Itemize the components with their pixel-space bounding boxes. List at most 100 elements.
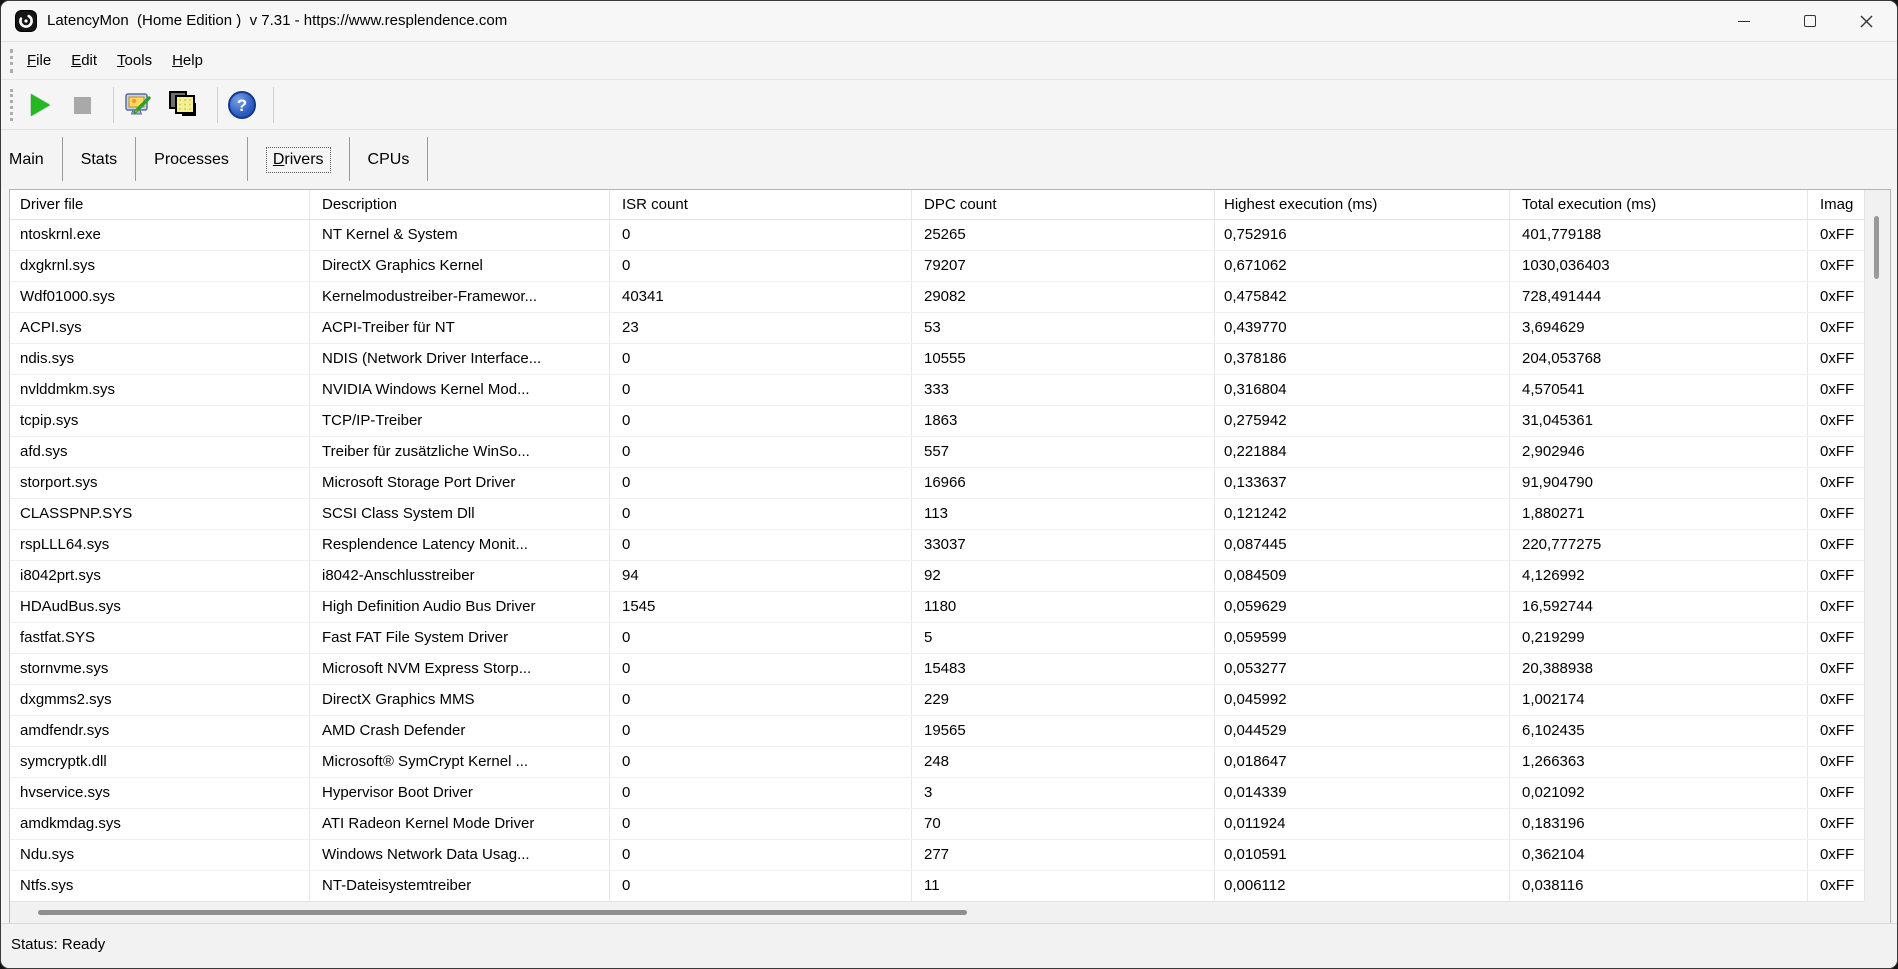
- table-row[interactable]: amdkmdag.sys ATI Radeon Kernel Mode Driv…: [10, 809, 1864, 840]
- table-row[interactable]: dxgmms2.sys DirectX Graphics MMS 0 229 0…: [10, 685, 1864, 716]
- cell-highest-execution[interactable]: 0,059599: [1215, 623, 1510, 653]
- cell-driver-file[interactable]: nvlddmkm.sys: [10, 375, 310, 405]
- cell-highest-execution[interactable]: 0,121242: [1215, 499, 1510, 529]
- cell-image-base[interactable]: 0xFF: [1808, 468, 1864, 498]
- cell-isr-count[interactable]: 0: [610, 220, 912, 250]
- column-header-isr-count[interactable]: ISR count: [610, 190, 912, 219]
- cell-total-execution[interactable]: 31,045361: [1510, 406, 1808, 436]
- cell-driver-file[interactable]: ACPI.sys: [10, 313, 310, 343]
- cell-total-execution[interactable]: 20,388938: [1510, 654, 1808, 684]
- copy-report-button[interactable]: [167, 88, 201, 122]
- stop-button[interactable]: [65, 88, 99, 122]
- cell-dpc-count[interactable]: 248: [912, 747, 1215, 777]
- cell-highest-execution[interactable]: 0,011924: [1215, 809, 1510, 839]
- cell-description[interactable]: High Definition Audio Bus Driver: [310, 592, 610, 622]
- cell-total-execution[interactable]: 1,002174: [1510, 685, 1808, 715]
- cell-dpc-count[interactable]: 3: [912, 778, 1215, 808]
- help-button[interactable]: ?: [225, 88, 259, 122]
- cell-driver-file[interactable]: CLASSPNP.SYS: [10, 499, 310, 529]
- cell-image-base[interactable]: 0xFF: [1808, 840, 1864, 870]
- cell-total-execution[interactable]: 91,904790: [1510, 468, 1808, 498]
- cell-total-execution[interactable]: 2,902946: [1510, 437, 1808, 467]
- cell-isr-count[interactable]: 0: [610, 747, 912, 777]
- table-row[interactable]: ACPI.sys ACPI-Treiber für NT 23 53 0,439…: [10, 313, 1864, 344]
- cell-highest-execution[interactable]: 0,010591: [1215, 840, 1510, 870]
- cell-isr-count[interactable]: 0: [610, 344, 912, 374]
- cell-total-execution[interactable]: 204,053768: [1510, 344, 1808, 374]
- cell-highest-execution[interactable]: 0,671062: [1215, 251, 1510, 281]
- minimize-button[interactable]: [1721, 1, 1767, 41]
- menu-tools[interactable]: Tools: [107, 42, 162, 80]
- cell-isr-count[interactable]: 1545: [610, 592, 912, 622]
- cell-isr-count[interactable]: 0: [610, 778, 912, 808]
- cell-total-execution[interactable]: 1030,036403: [1510, 251, 1808, 281]
- cell-isr-count[interactable]: 0: [610, 809, 912, 839]
- cell-image-base[interactable]: 0xFF: [1808, 592, 1864, 622]
- cell-description[interactable]: Fast FAT File System Driver: [310, 623, 610, 653]
- cell-driver-file[interactable]: ndis.sys: [10, 344, 310, 374]
- cell-description[interactable]: NDIS (Network Driver Interface...: [310, 344, 610, 374]
- cell-highest-execution[interactable]: 0,378186: [1215, 344, 1510, 374]
- cell-driver-file[interactable]: fastfat.SYS: [10, 623, 310, 653]
- cell-dpc-count[interactable]: 15483: [912, 654, 1215, 684]
- table-row[interactable]: afd.sys Treiber für zusätzliche WinSo...…: [10, 437, 1864, 468]
- cell-dpc-count[interactable]: 33037: [912, 530, 1215, 560]
- column-header-description[interactable]: Description: [310, 190, 610, 219]
- cell-isr-count[interactable]: 0: [610, 468, 912, 498]
- cell-highest-execution[interactable]: 0,018647: [1215, 747, 1510, 777]
- cell-total-execution[interactable]: 0,021092: [1510, 778, 1808, 808]
- cell-image-base[interactable]: 0xFF: [1808, 623, 1864, 653]
- vertical-scrollbar-thumb[interactable]: [1874, 216, 1879, 279]
- cell-total-execution[interactable]: 0,183196: [1510, 809, 1808, 839]
- cell-total-execution[interactable]: 1,266363: [1510, 747, 1808, 777]
- cell-image-base[interactable]: 0xFF: [1808, 871, 1864, 901]
- cell-description[interactable]: SCSI Class System Dll: [310, 499, 610, 529]
- cell-image-base[interactable]: 0xFF: [1808, 499, 1864, 529]
- cell-isr-count[interactable]: 23: [610, 313, 912, 343]
- cell-highest-execution[interactable]: 0,084509: [1215, 561, 1510, 591]
- cell-image-base[interactable]: 0xFF: [1808, 654, 1864, 684]
- column-header-highest-execution[interactable]: Highest execution (ms): [1215, 190, 1510, 219]
- cell-dpc-count[interactable]: 70: [912, 809, 1215, 839]
- table-row[interactable]: hvservice.sys Hypervisor Boot Driver 0 3…: [10, 778, 1864, 809]
- cell-image-base[interactable]: 0xFF: [1808, 809, 1864, 839]
- cell-image-base[interactable]: 0xFF: [1808, 778, 1864, 808]
- cell-highest-execution[interactable]: 0,475842: [1215, 282, 1510, 312]
- cell-isr-count[interactable]: 0: [610, 716, 912, 746]
- cell-dpc-count[interactable]: 16966: [912, 468, 1215, 498]
- cell-highest-execution[interactable]: 0,752916: [1215, 220, 1510, 250]
- cell-dpc-count[interactable]: 229: [912, 685, 1215, 715]
- tab-stats[interactable]: Stats: [63, 130, 135, 190]
- table-row[interactable]: ndis.sys NDIS (Network Driver Interface.…: [10, 344, 1864, 375]
- cell-isr-count[interactable]: 0: [610, 840, 912, 870]
- cell-driver-file[interactable]: tcpip.sys: [10, 406, 310, 436]
- cell-dpc-count[interactable]: 92: [912, 561, 1215, 591]
- cell-image-base[interactable]: 0xFF: [1808, 375, 1864, 405]
- table-row[interactable]: ntoskrnl.exe NT Kernel & System 0 25265 …: [10, 220, 1864, 251]
- cell-image-base[interactable]: 0xFF: [1808, 561, 1864, 591]
- column-header-total-execution[interactable]: Total execution (ms): [1510, 190, 1808, 219]
- table-row[interactable]: rspLLL64.sys Resplendence Latency Monit.…: [10, 530, 1864, 561]
- cell-image-base[interactable]: 0xFF: [1808, 437, 1864, 467]
- table-row[interactable]: stornvme.sys Microsoft NVM Express Storp…: [10, 654, 1864, 685]
- toolbar-gripper[interactable]: [10, 89, 13, 121]
- cell-driver-file[interactable]: Ndu.sys: [10, 840, 310, 870]
- cell-image-base[interactable]: 0xFF: [1808, 747, 1864, 777]
- table-row[interactable]: tcpip.sys TCP/IP-Treiber 0 1863 0,275942…: [10, 406, 1864, 437]
- cell-dpc-count[interactable]: 79207: [912, 251, 1215, 281]
- cell-total-execution[interactable]: 3,694629: [1510, 313, 1808, 343]
- cell-isr-count[interactable]: 0: [610, 499, 912, 529]
- cell-highest-execution[interactable]: 0,059629: [1215, 592, 1510, 622]
- cell-dpc-count[interactable]: 557: [912, 437, 1215, 467]
- cell-isr-count[interactable]: 0: [610, 406, 912, 436]
- cell-driver-file[interactable]: dxgmms2.sys: [10, 685, 310, 715]
- cell-image-base[interactable]: 0xFF: [1808, 530, 1864, 560]
- cell-description[interactable]: Microsoft® SymCrypt Kernel ...: [310, 747, 610, 777]
- cell-driver-file[interactable]: afd.sys: [10, 437, 310, 467]
- cell-isr-count[interactable]: 40341: [610, 282, 912, 312]
- cell-highest-execution[interactable]: 0,014339: [1215, 778, 1510, 808]
- cell-isr-count[interactable]: 0: [610, 871, 912, 901]
- cell-total-execution[interactable]: 728,491444: [1510, 282, 1808, 312]
- cell-image-base[interactable]: 0xFF: [1808, 716, 1864, 746]
- cell-description[interactable]: TCP/IP-Treiber: [310, 406, 610, 436]
